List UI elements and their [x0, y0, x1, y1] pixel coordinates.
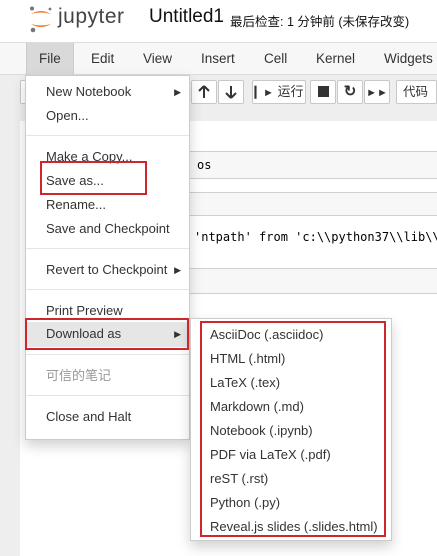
menu-divider — [26, 248, 189, 249]
interrupt-button[interactable] — [310, 80, 336, 104]
menu-item-close-halt[interactable]: Close and Halt — [26, 405, 189, 429]
download-python[interactable]: Python (.py) — [191, 491, 391, 515]
logo-text[interactable]: jupyter — [58, 5, 125, 29]
restart-button[interactable]: ↻ — [337, 80, 363, 104]
notebook-title[interactable]: Untitled1 — [149, 6, 224, 28]
stop-icon — [317, 86, 329, 97]
menu-divider — [26, 135, 189, 136]
menu-edit[interactable]: Edit — [79, 43, 126, 75]
menu-item-make-copy[interactable]: Make a Copy... — [26, 145, 189, 169]
move-down-button[interactable] — [218, 80, 244, 104]
menu-item-download-as[interactable]: Download as ▶ — [26, 322, 189, 347]
menubar: File Edit View Insert Cell Kernel Widget… — [0, 42, 437, 75]
code-cell-input[interactable]: os — [168, 151, 437, 179]
run-button[interactable]: ▎► 运行 — [252, 80, 306, 104]
menu-divider — [26, 354, 189, 355]
autosave-status: (未保存改变) — [338, 15, 410, 29]
menu-widgets[interactable]: Widgets — [372, 43, 437, 75]
file-menu-dropdown: New Notebook ▶ Open... Make a Copy... Sa… — [25, 75, 190, 440]
jupyter-logo-icon[interactable] — [28, 5, 54, 33]
menu-item-save-as[interactable]: Save as... — [26, 169, 189, 193]
arrow-down-icon — [225, 86, 237, 99]
caret-right-icon: ▶ — [174, 329, 181, 339]
caret-right-icon: ▶ — [174, 265, 181, 275]
menu-item-label: Revert to Checkpoint — [46, 262, 168, 277]
menu-kernel[interactable]: Kernel — [304, 43, 367, 75]
cell-type-select[interactable]: 代码 — [396, 80, 437, 104]
download-as-submenu: AsciiDoc (.asciidoc) HTML (.html) LaTeX … — [190, 318, 392, 541]
fast-forward-icon: ►► — [366, 87, 388, 99]
menu-item-rename[interactable]: Rename... — [26, 193, 189, 217]
header: jupyter Untitled1 最后检查: 1 分钟前 (未保存改变) — [0, 0, 437, 42]
menu-item-trusted-notebook: 可信的笔记 — [46, 368, 112, 383]
move-up-button[interactable] — [191, 80, 217, 104]
menu-item-revert-checkpoint[interactable]: Revert to Checkpoint ▶ — [26, 258, 189, 282]
refresh-icon: ↻ — [343, 83, 357, 100]
download-reveal-slides[interactable]: Reveal.js slides (.slides.html) — [191, 515, 391, 539]
menu-item-print-preview[interactable]: Print Preview — [26, 299, 189, 323]
caret-right-icon: ▶ — [174, 87, 181, 97]
menu-divider — [26, 289, 189, 290]
run-label: 运行 — [277, 84, 304, 99]
cell-output: 'ntpath' from 'c:\\python37\\lib\\n — [194, 230, 437, 244]
checkpoint-status: 最后检查: 1 分钟前 (未保存改变) — [230, 11, 409, 30]
menu-item-label: Download as — [46, 326, 122, 341]
restart-run-all-button[interactable]: ►► — [364, 80, 390, 104]
menu-item-open[interactable]: Open... — [26, 104, 189, 128]
step-forward-icon: ▎► — [254, 87, 274, 99]
download-pdf[interactable]: PDF via LaTeX (.pdf) — [191, 443, 391, 467]
menu-divider — [26, 395, 189, 396]
download-asciidoc[interactable]: AsciiDoc (.asciidoc) — [191, 323, 391, 347]
menu-insert[interactable]: Insert — [189, 43, 247, 75]
download-latex[interactable]: LaTeX (.tex) — [191, 371, 391, 395]
menu-item-save-checkpoint[interactable]: Save and Checkpoint — [26, 217, 189, 241]
arrow-up-icon — [198, 85, 210, 98]
download-notebook[interactable]: Notebook (.ipynb) — [191, 419, 391, 443]
menu-cell[interactable]: Cell — [252, 43, 299, 75]
menu-item-new-notebook[interactable]: New Notebook ▶ — [26, 80, 189, 104]
download-markdown[interactable]: Markdown (.md) — [191, 395, 391, 419]
code-cell-input[interactable] — [168, 192, 437, 216]
menu-item-label: New Notebook — [46, 84, 132, 99]
menu-file[interactable]: File — [26, 43, 74, 75]
download-rest[interactable]: reST (.rst) — [191, 467, 391, 491]
code-cell-input[interactable] — [168, 268, 437, 294]
menu-view[interactable]: View — [131, 43, 184, 75]
download-html[interactable]: HTML (.html) — [191, 347, 391, 371]
checkpoint-label: 最后检查: 1 分钟前 — [230, 15, 335, 29]
